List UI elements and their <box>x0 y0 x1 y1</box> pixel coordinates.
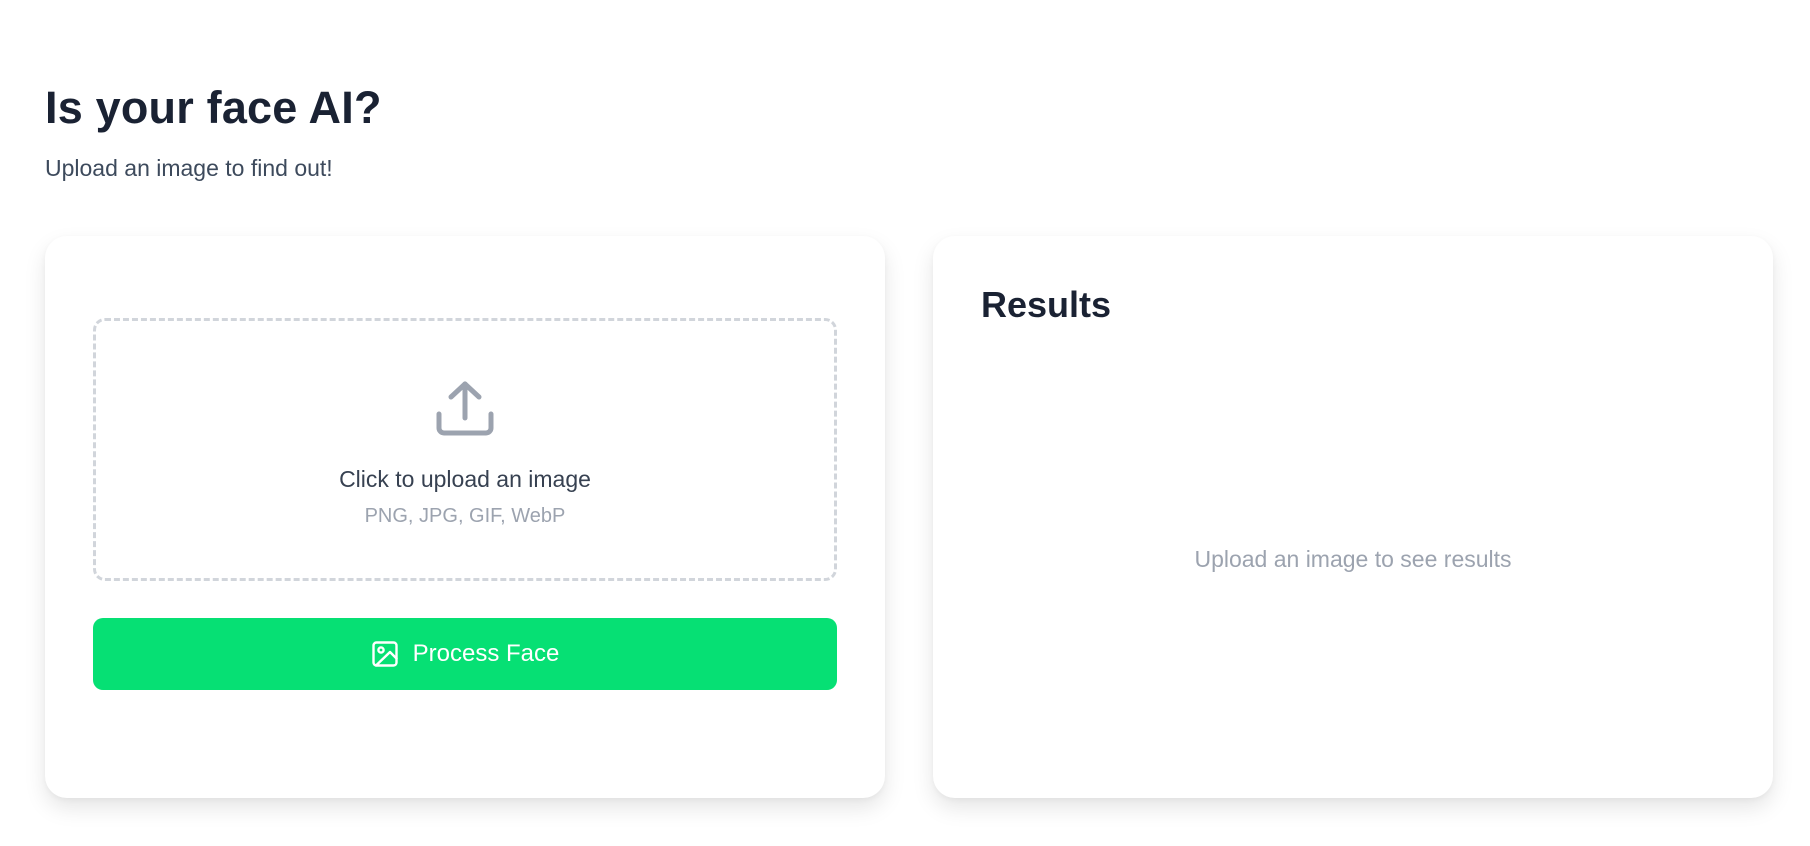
results-card: Results Upload an image to see results <box>933 236 1773 798</box>
process-face-label: Process Face <box>412 640 560 667</box>
image-icon <box>371 640 399 668</box>
process-face-button[interactable]: Process Face <box>93 618 837 690</box>
upload-card: Click to upload an image PNG, JPG, GIF, … <box>45 236 885 798</box>
page: Is your face AI? Upload an image to find… <box>0 0 1810 846</box>
results-empty-message: Upload an image to see results <box>1194 546 1512 572</box>
results-title: Results <box>981 284 1112 325</box>
upload-dropzone[interactable]: Click to upload an image PNG, JPG, GIF, … <box>93 318 837 581</box>
upload-icon <box>433 376 497 440</box>
upload-formats-hint: PNG, JPG, GIF, WebP <box>364 505 566 527</box>
page-title: Is your face AI? <box>45 82 382 133</box>
page-subtitle: Upload an image to find out! <box>45 155 333 181</box>
upload-label: Click to upload an image <box>339 466 591 492</box>
